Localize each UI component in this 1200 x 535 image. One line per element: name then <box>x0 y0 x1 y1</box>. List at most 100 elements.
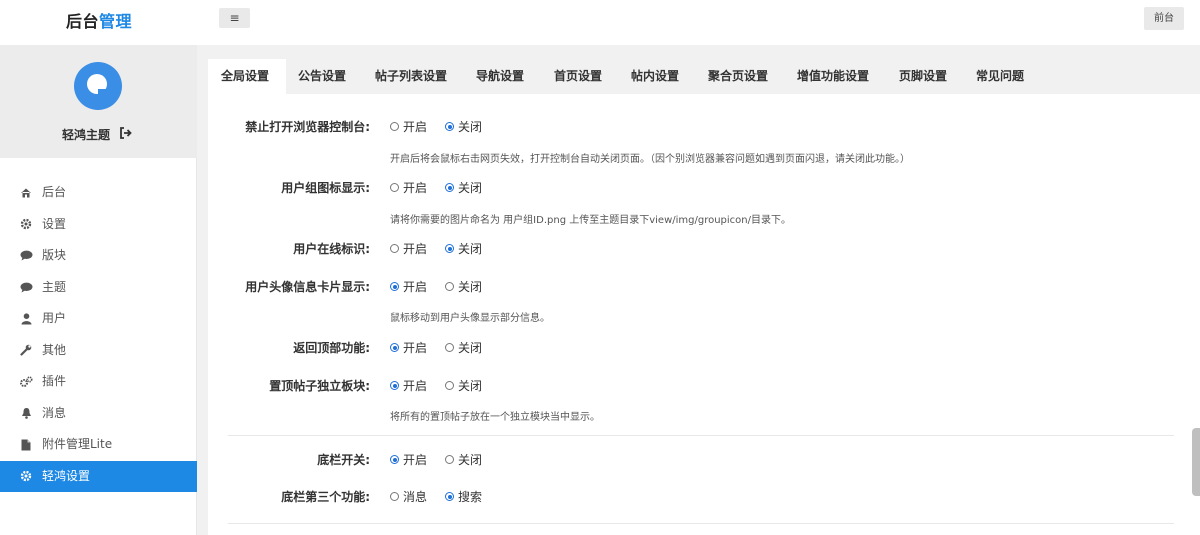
sidebar-item-attachments[interactable]: 附件管理Lite <box>0 429 197 461</box>
radio-bottom-bar-off[interactable]: 关闭 <box>445 451 482 468</box>
tab-aggregate-page-settings[interactable]: 聚合页设置 <box>708 59 768 94</box>
sidebar-item-plugins[interactable]: 插件 <box>0 366 197 398</box>
setting-label-avatar-card: 用户头像信息卡片显示: <box>245 280 370 294</box>
setting-label-bottom-bar-third: 底栏第三个功能: <box>281 490 370 504</box>
settings-tabs: 全局设置 公告设置 帖子列表设置 导航设置 首页设置 帖内设置 聚合页设置 增值… <box>208 59 1200 94</box>
radio-label: 开启 <box>403 181 428 195</box>
radio-back-to-top-off[interactable]: 关闭 <box>445 339 482 356</box>
setting-label-sticky-section: 置顶帖子独立板块: <box>269 379 370 393</box>
radio-button[interactable] <box>445 381 454 390</box>
radio-online-badge-off[interactable]: 关闭 <box>445 240 482 257</box>
radio-button[interactable] <box>445 492 454 501</box>
sidebar-item-label: 其他 <box>42 342 67 357</box>
setting-hint-avatar-card: 鼠标移动到用户头像显示部分信息。 <box>390 313 550 324</box>
scrollbar-thumb[interactable] <box>1192 428 1200 496</box>
radio-label: 开启 <box>403 379 428 393</box>
avatar[interactable] <box>74 62 122 110</box>
section-divider <box>228 435 1174 436</box>
brand-logo[interactable]: 后台管理 <box>66 8 132 32</box>
sidebar-item-users[interactable]: 用户 <box>0 303 197 335</box>
top-bar: 后台管理 ≡ 前台 <box>0 0 1200 45</box>
radio-button[interactable] <box>445 455 454 464</box>
tab-homepage-settings[interactable]: 首页设置 <box>554 59 602 94</box>
profile-panel: 轻鸿主题 <box>0 45 197 158</box>
profile-name[interactable]: 轻鸿主题 <box>62 126 110 143</box>
radio-label: 开启 <box>403 341 428 355</box>
radio-button[interactable] <box>445 282 454 291</box>
radio-label: 开启 <box>403 453 428 467</box>
comment-icon <box>19 272 33 304</box>
radio-sticky-section-off[interactable]: 关闭 <box>445 377 482 394</box>
radio-button[interactable] <box>445 343 454 352</box>
radio-button[interactable] <box>445 244 454 253</box>
setting-label-disable-console: 禁止打开浏览器控制台: <box>245 120 370 134</box>
radio-bottom-bar-on[interactable]: 开启 <box>390 451 427 468</box>
radio-label: 开启 <box>403 120 428 134</box>
radio-button[interactable] <box>390 455 399 464</box>
tab-footer-settings[interactable]: 页脚设置 <box>899 59 947 94</box>
front-site-button[interactable]: 前台 <box>1144 7 1184 30</box>
sidebar-item-threads[interactable]: 主题 <box>0 272 197 304</box>
radio-avatar-card-on[interactable]: 开启 <box>390 278 427 295</box>
sidebar-item-label: 后台 <box>42 185 67 199</box>
radio-label: 搜索 <box>458 490 483 504</box>
radio-button[interactable] <box>445 183 454 192</box>
tab-global-settings[interactable]: 全局设置 <box>208 59 286 94</box>
sidebar-item-label: 轻鸿设置 <box>42 468 91 483</box>
sidebar-item-label: 设置 <box>42 216 67 231</box>
radio-label: 开启 <box>403 242 428 256</box>
setting-hint-group-icon: 请将你需要的图片命名为 用户组ID.png 上传至主题目录下view/img/g… <box>390 215 791 226</box>
radio-button[interactable] <box>390 122 399 131</box>
radio-bottom-bar-third-search[interactable]: 搜索 <box>445 488 482 505</box>
radio-button[interactable] <box>390 381 399 390</box>
radio-label: 关闭 <box>458 242 483 256</box>
gears-icon <box>19 366 33 398</box>
radio-disable-console-on[interactable]: 开启 <box>390 118 427 135</box>
setting-label-online-badge: 用户在线标识: <box>293 242 370 256</box>
logout-icon[interactable] <box>118 125 134 141</box>
brand-main: 后台 <box>66 12 100 31</box>
radio-button[interactable] <box>390 244 399 253</box>
wrench-icon <box>19 335 33 367</box>
tab-announcement-settings[interactable]: 公告设置 <box>298 59 346 94</box>
bell-icon <box>19 398 33 430</box>
radio-button[interactable] <box>445 122 454 131</box>
radio-disable-console-off[interactable]: 关闭 <box>445 118 482 135</box>
radio-label: 关闭 <box>458 341 483 355</box>
radio-avatar-card-off[interactable]: 关闭 <box>445 278 482 295</box>
sidebar-item-other[interactable]: 其他 <box>0 335 197 367</box>
file-icon <box>19 429 33 461</box>
gear-icon <box>19 461 33 493</box>
home-icon <box>19 177 33 209</box>
radio-button[interactable] <box>390 282 399 291</box>
radio-button[interactable] <box>390 183 399 192</box>
radio-group-icon-on[interactable]: 开启 <box>390 179 427 196</box>
brand-accent: 管理 <box>99 12 133 31</box>
comment-icon <box>19 240 33 272</box>
radio-label: 开启 <box>403 280 428 294</box>
radio-online-badge-on[interactable]: 开启 <box>390 240 427 257</box>
radio-button[interactable] <box>390 343 399 352</box>
radio-label: 关闭 <box>458 453 483 467</box>
radio-sticky-section-on[interactable]: 开启 <box>390 377 427 394</box>
sidebar-nav: 后台 设置 版块 主题 用户 其他 插件 消息 附件管理Lite 轻鸿设置 <box>0 177 197 492</box>
menu-toggle-button[interactable]: ≡ <box>219 8 250 28</box>
sidebar-item-qinghong-settings[interactable]: 轻鸿设置 <box>0 460 197 493</box>
sidebar-item-settings[interactable]: 设置 <box>0 209 197 241</box>
tab-navigation-settings[interactable]: 导航设置 <box>476 59 524 94</box>
radio-label: 关闭 <box>458 280 483 294</box>
sidebar-item-messages[interactable]: 消息 <box>0 398 197 430</box>
radio-button[interactable] <box>390 492 399 501</box>
radio-group-icon-off[interactable]: 关闭 <box>445 179 482 196</box>
sidebar-item-forums[interactable]: 版块 <box>0 240 197 272</box>
radio-label: 关闭 <box>458 181 483 195</box>
tab-thread-list-settings[interactable]: 帖子列表设置 <box>375 59 447 94</box>
tab-faq[interactable]: 常见问题 <box>976 59 1024 94</box>
sidebar-item-label: 插件 <box>42 374 67 388</box>
radio-bottom-bar-third-messages[interactable]: 消息 <box>390 488 427 505</box>
sidebar-item-home[interactable]: 后台 <box>0 177 197 209</box>
tab-thread-settings[interactable]: 帖内设置 <box>631 59 679 94</box>
gear-icon <box>19 209 33 241</box>
tab-premium-settings[interactable]: 增值功能设置 <box>797 59 869 94</box>
radio-back-to-top-on[interactable]: 开启 <box>390 339 427 356</box>
